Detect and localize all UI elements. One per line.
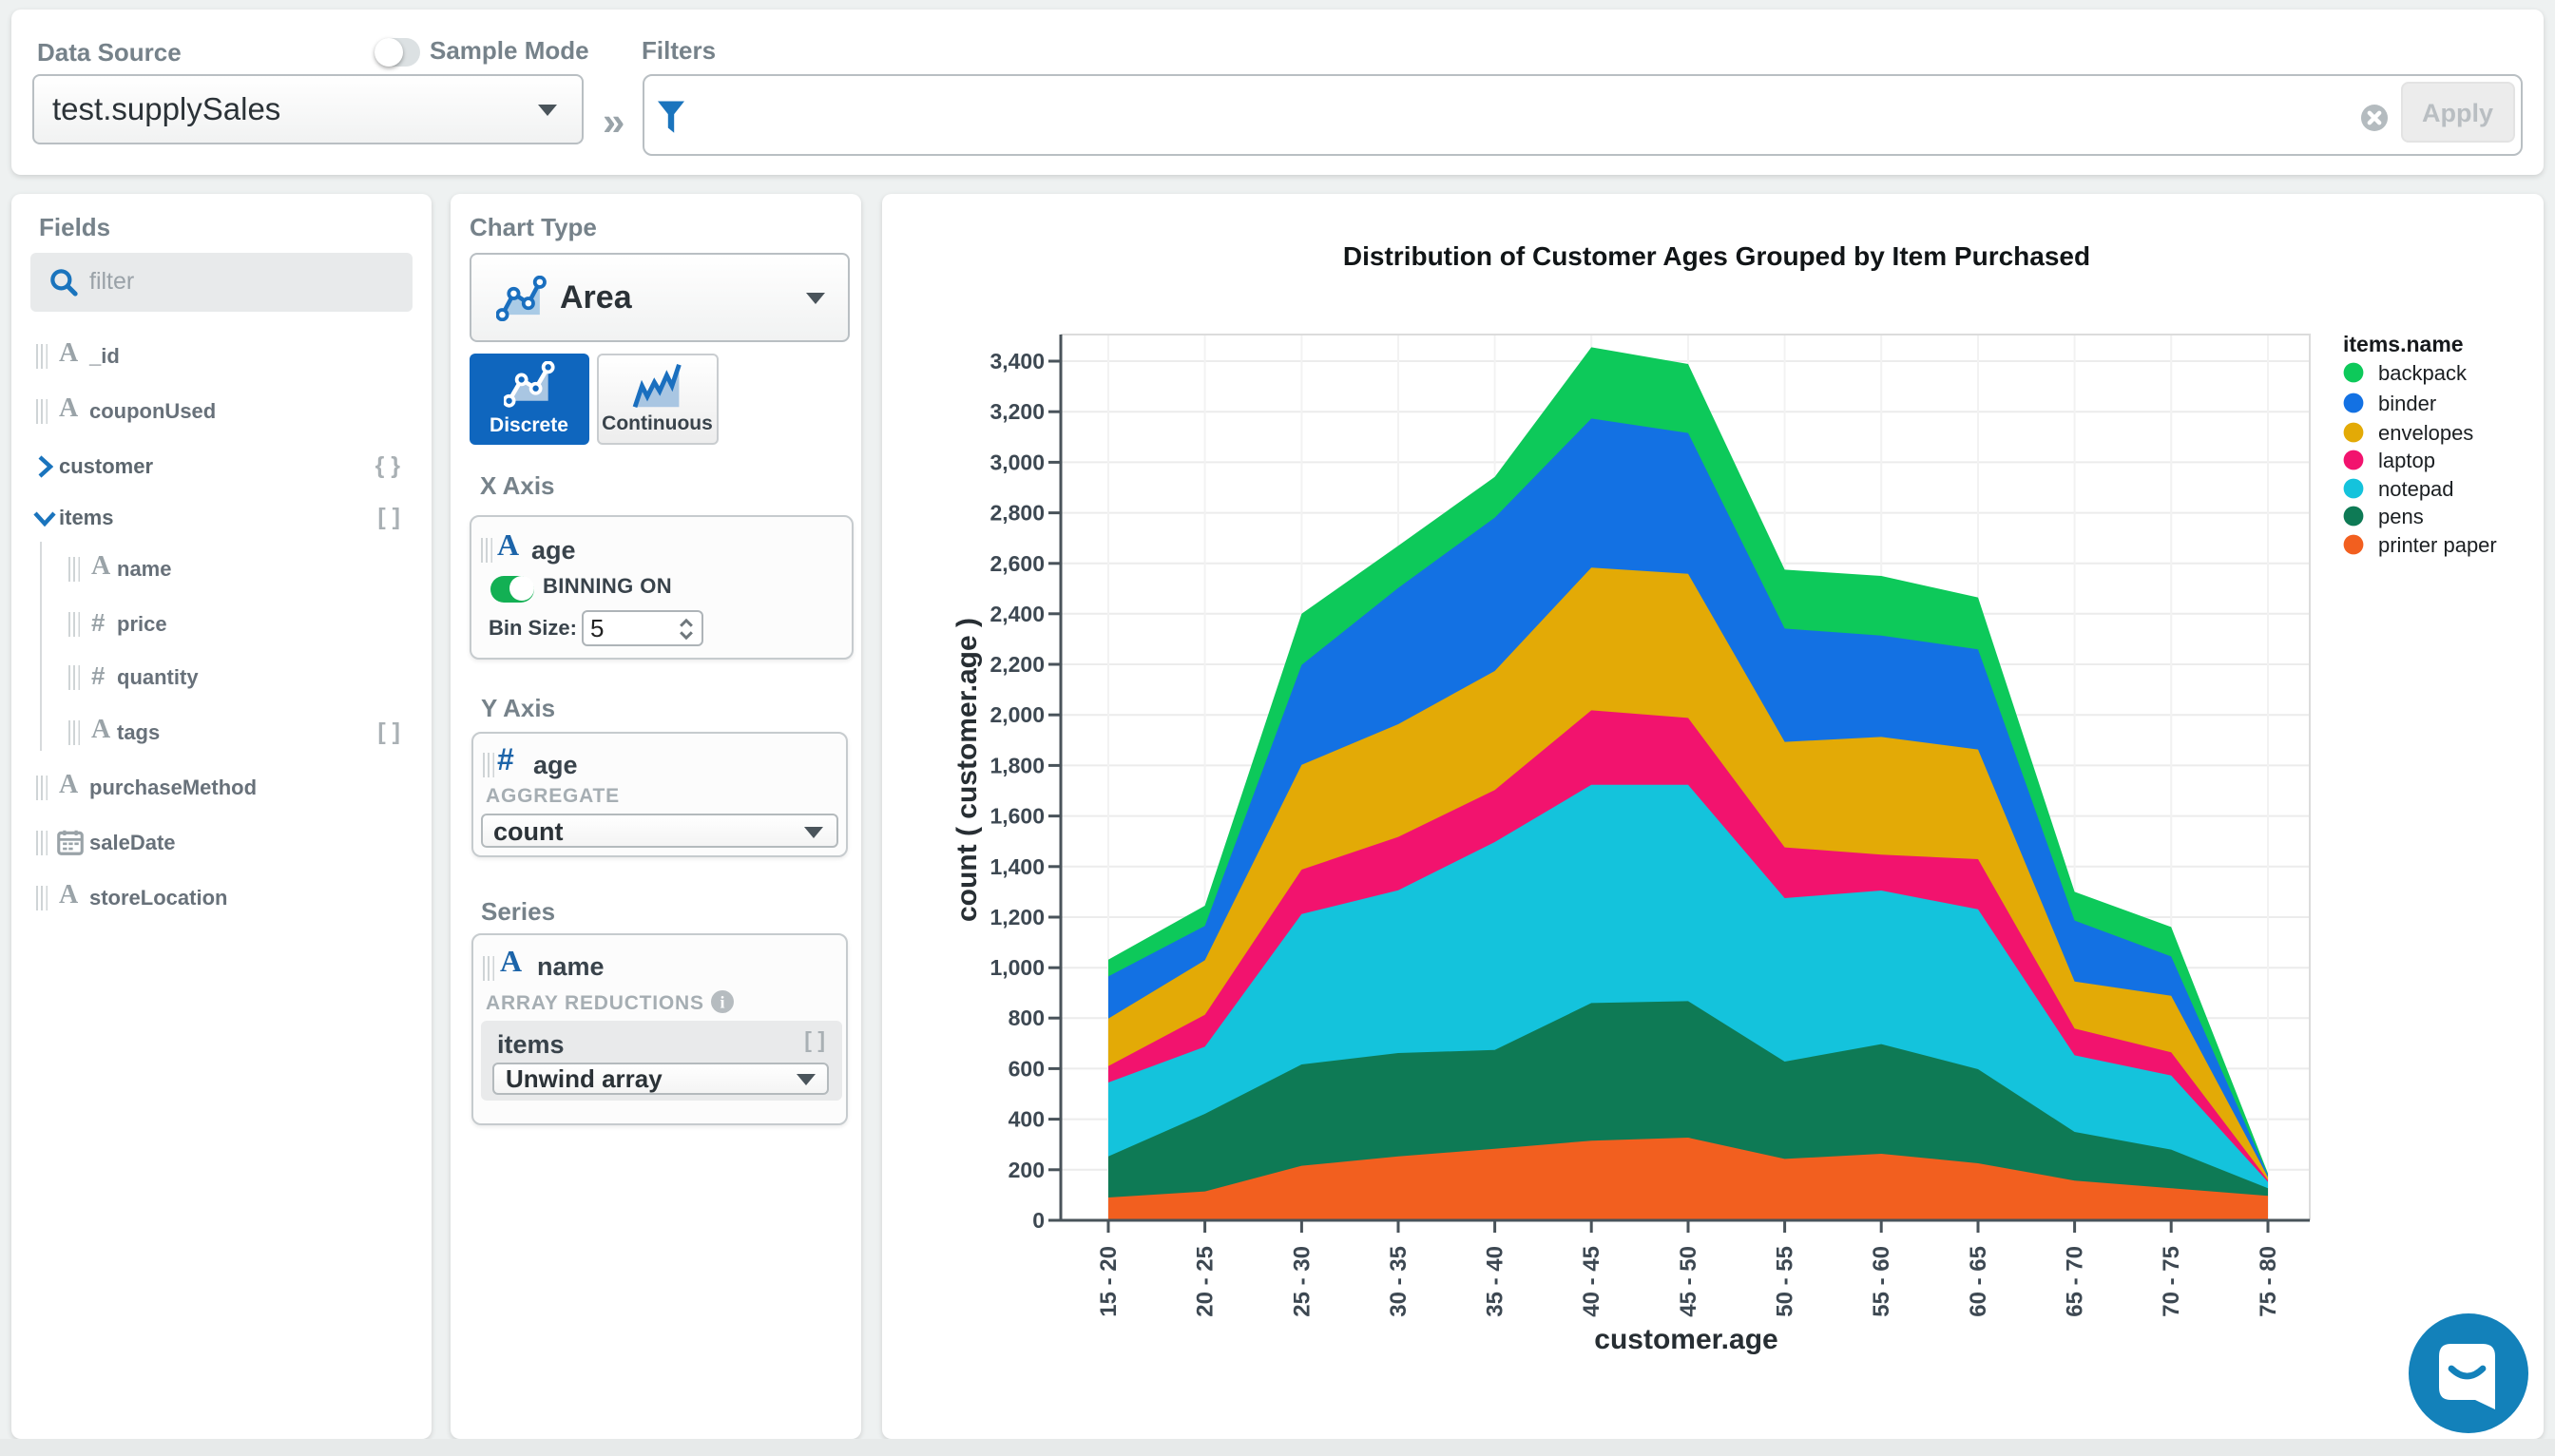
- svg-text:envelopes: envelopes: [2377, 421, 2472, 445]
- svg-text:2,600: 2,600: [989, 551, 1044, 576]
- svg-text:2,200: 2,200: [989, 652, 1044, 677]
- svg-text:40 - 45: 40 - 45: [1578, 1246, 1604, 1317]
- svg-text:pens: pens: [2377, 505, 2423, 528]
- svg-text:2,400: 2,400: [989, 602, 1044, 626]
- svg-text:2,800: 2,800: [989, 501, 1044, 526]
- svg-text:75 - 80: 75 - 80: [2255, 1246, 2280, 1317]
- svg-text:30 - 35: 30 - 35: [1385, 1246, 1411, 1317]
- svg-text:3,000: 3,000: [989, 450, 1044, 474]
- svg-text:600: 600: [1008, 1056, 1044, 1081]
- svg-text:15 - 20: 15 - 20: [1095, 1246, 1121, 1317]
- svg-text:3,400: 3,400: [989, 349, 1044, 374]
- svg-text:45 - 50: 45 - 50: [1675, 1246, 1700, 1317]
- svg-text:1,800: 1,800: [989, 753, 1044, 777]
- svg-text:binder: binder: [2377, 392, 2435, 415]
- svg-text:notepad: notepad: [2377, 477, 2453, 501]
- svg-text:laptop: laptop: [2377, 449, 2434, 472]
- svg-text:400: 400: [1008, 1107, 1044, 1132]
- svg-text:20 - 25: 20 - 25: [1192, 1246, 1218, 1317]
- svg-text:1,400: 1,400: [989, 854, 1044, 879]
- svg-text:55 - 60: 55 - 60: [1868, 1246, 1893, 1317]
- svg-text:customer.age: customer.age: [1593, 1324, 1777, 1355]
- svg-text:0: 0: [1031, 1208, 1044, 1233]
- svg-text:2,000: 2,000: [989, 702, 1044, 727]
- svg-text:Distribution of Customer Ages: Distribution of Customer Ages Grouped by…: [1342, 241, 2089, 271]
- svg-text:35 - 40: 35 - 40: [1482, 1246, 1508, 1317]
- svg-text:1,000: 1,000: [989, 955, 1044, 980]
- svg-text:200: 200: [1008, 1158, 1044, 1182]
- svg-text:items.name: items.name: [2342, 332, 2463, 356]
- svg-text:800: 800: [1008, 1006, 1044, 1030]
- svg-text:printer paper: printer paper: [2377, 533, 2496, 557]
- svg-text:65 - 70: 65 - 70: [2062, 1246, 2087, 1317]
- svg-text:backpack: backpack: [2377, 361, 2467, 385]
- svg-text:3,200: 3,200: [989, 399, 1044, 424]
- svg-text:70 - 75: 70 - 75: [2158, 1246, 2183, 1317]
- svg-text:1,600: 1,600: [989, 804, 1044, 829]
- svg-text:25 - 30: 25 - 30: [1288, 1246, 1314, 1317]
- svg-text:count ( customer.age ): count ( customer.age ): [951, 618, 982, 922]
- svg-text:1,200: 1,200: [989, 905, 1044, 929]
- svg-text:60 - 65: 60 - 65: [1965, 1246, 1990, 1317]
- svg-text:50 - 55: 50 - 55: [1772, 1246, 1797, 1317]
- svg-text:i: i: [719, 991, 723, 1010]
